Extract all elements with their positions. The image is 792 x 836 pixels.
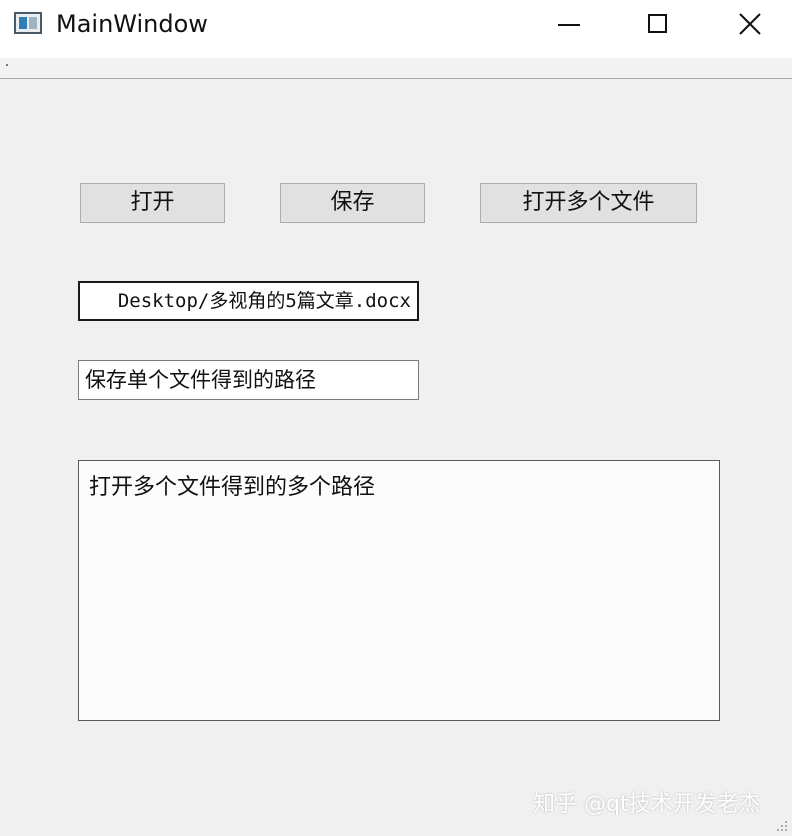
maximize-icon [648,14,667,33]
selected-file-path-text: Desktop/多视角的5篇文章.docx [117,290,411,312]
menu-bar[interactable] [0,58,792,79]
app-window-icon [14,12,42,34]
maximize-button[interactable] [628,0,688,50]
close-button[interactable] [720,0,780,50]
save-path-field[interactable]: 保存单个文件得到的路径 [78,360,419,400]
minimize-button[interactable] [540,0,600,50]
selected-file-path-field[interactable]: Desktop/多视角的5篇文章.docx [78,281,419,321]
save-button[interactable]: 保存 [280,183,425,223]
main-window: MainWindow 打开 保存 打开多个文件 Desktop/多视角的5篇文章… [0,0,792,836]
watermark: 知乎 @qt技术开发老杰 [533,792,761,817]
multiple-paths-textarea[interactable]: 打开多个文件得到的多个路径 [78,460,720,721]
resize-grip-icon[interactable] [776,820,788,832]
window-title: MainWindow [56,10,208,38]
close-icon [739,13,761,35]
open-button[interactable]: 打开 [80,183,225,223]
menu-grip [6,64,8,66]
minimize-icon [558,24,580,26]
title-bar[interactable]: MainWindow [0,0,792,58]
open-multiple-files-button[interactable]: 打开多个文件 [480,183,697,223]
